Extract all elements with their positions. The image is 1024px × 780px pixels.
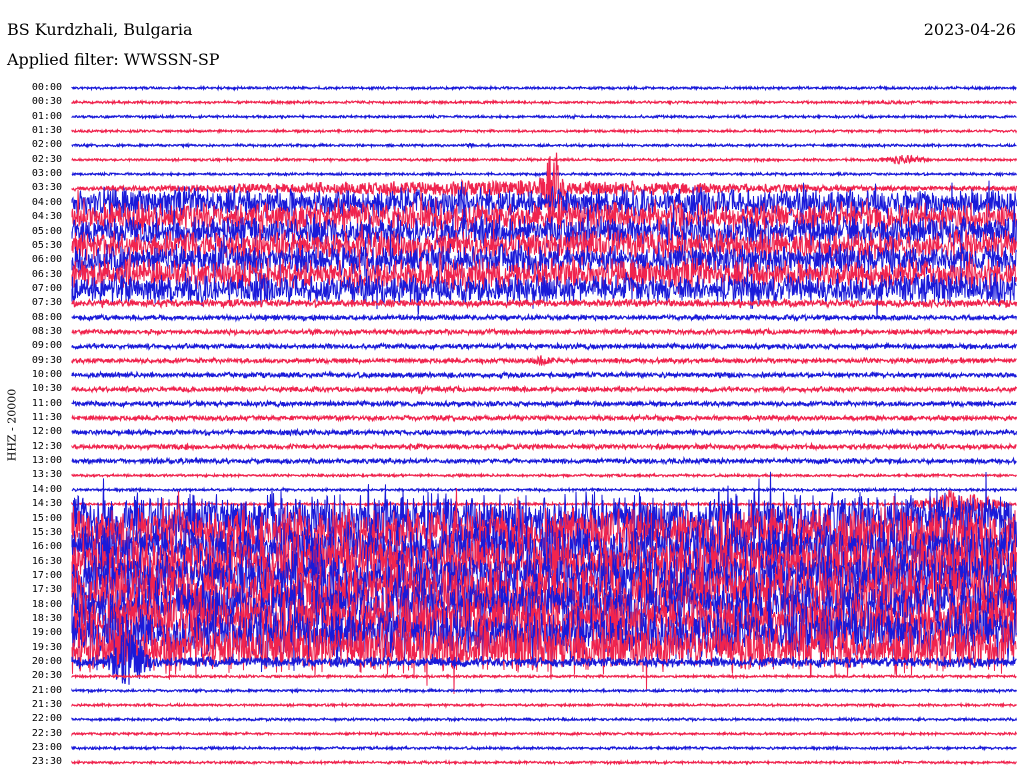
seismogram-trace: [71, 427, 1018, 438]
seismogram-trace: [71, 98, 1017, 106]
seismogram-trace: [71, 441, 1017, 452]
seismogram-trace: [71, 370, 1018, 380]
seismogram-trace: [71, 398, 1017, 409]
seismogram-trace: [71, 701, 1017, 709]
seismogram-trace: [71, 471, 1018, 479]
seismogram-trace: [71, 413, 1018, 423]
seismogram-trace: [71, 326, 1018, 337]
seismogram-trace: [71, 141, 1017, 150]
seismogram-trace: [71, 113, 1017, 121]
seismogram-trace: [71, 312, 1018, 323]
seismogram-trace: [71, 154, 1018, 165]
seismogram-trace: [71, 84, 1017, 92]
seismogram-trace: [71, 672, 1017, 681]
seismogram-trace: [71, 486, 1018, 494]
seismogram-trace: [71, 715, 1018, 723]
seismogram-trace: [71, 455, 1017, 466]
seismogram-trace: [71, 744, 1017, 752]
seismogram-plot: [71, 84, 1018, 767]
seismogram-trace: [71, 355, 1017, 367]
seismogram-trace: [71, 758, 1017, 767]
seismogram-trace: [71, 341, 1018, 352]
seismogram-trace: [71, 384, 1018, 395]
seismogram-trace: [71, 730, 1018, 738]
seismogram-trace: [71, 127, 1018, 135]
seismogram-trace: [71, 170, 1018, 178]
seismogram-trace: [71, 687, 1018, 695]
seismogram-trace: [71, 489, 1017, 518]
